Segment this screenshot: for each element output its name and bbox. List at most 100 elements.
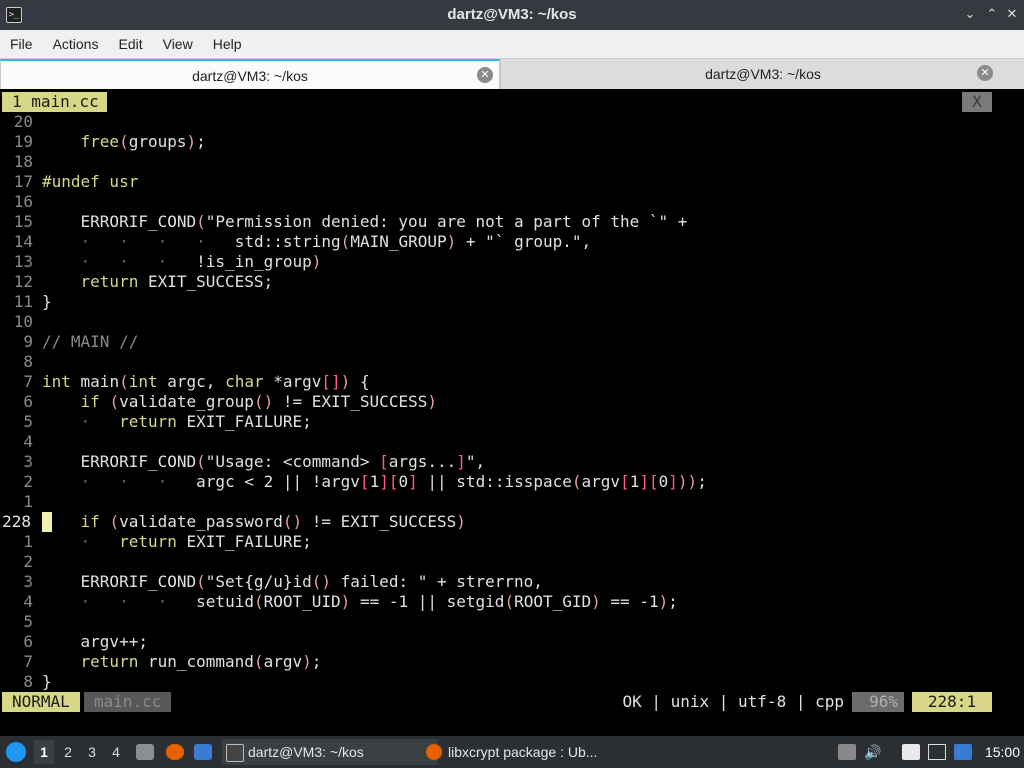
code-line[interactable]: 228 if (validate_password() != EXIT_SUCC…	[0, 512, 1024, 532]
line-number: 3	[23, 452, 33, 471]
line-text: if (validate_password() != EXIT_SUCCESS)	[80, 512, 466, 531]
menu-actions[interactable]: Actions	[43, 30, 109, 58]
menu-edit[interactable]: Edit	[108, 30, 152, 58]
line-number: 4	[23, 432, 33, 451]
code-line[interactable]: 8}	[0, 672, 1024, 692]
line-number: 18	[13, 152, 33, 171]
code-line[interactable]: 3 ERRORIF_COND("Usage: <command> [args..…	[0, 452, 1024, 472]
firefox-icon[interactable]	[166, 744, 184, 760]
workspace-2[interactable]: 2	[58, 740, 78, 764]
line-number: 2	[23, 472, 33, 491]
vim-tab[interactable]: 1 main.cc	[2, 92, 107, 112]
line-text: · return EXIT_FAILURE;	[80, 532, 312, 551]
line-text: · · · !is_in_group)	[80, 252, 322, 271]
code-line[interactable]: 7 return run_command(argv);	[0, 652, 1024, 672]
code-line[interactable]: 12 return EXIT_SUCCESS;	[0, 272, 1024, 292]
vim-filename: main.cc	[84, 692, 172, 712]
line-number: 8	[23, 672, 33, 691]
tab-terminal-2[interactable]: dartz@VM3: ~/kos ✕	[500, 59, 1024, 89]
line-text: return run_command(argv);	[80, 652, 322, 671]
code-line[interactable]: 4 · · · setuid(ROOT_UID) == -1 || setgid…	[0, 592, 1024, 612]
code-line[interactable]: 2 · · · argc < 2 || !argv[1][0] || std::…	[0, 472, 1024, 492]
code-line[interactable]: 5	[0, 612, 1024, 632]
code-line[interactable]: 16	[0, 192, 1024, 212]
vim-tab-close[interactable]: X	[962, 92, 992, 112]
clock[interactable]: 15:00	[985, 736, 1020, 768]
line-text: if (validate_group() != EXIT_SUCCESS)	[80, 392, 437, 411]
code-line[interactable]: 7 int main(int argc, char *argv[]) {	[0, 372, 1024, 392]
notes-icon[interactable]	[902, 744, 920, 760]
code-line[interactable]: 1	[0, 492, 1024, 512]
code-line[interactable]: 15 ERRORIF_COND("Permission denied: you …	[0, 212, 1024, 232]
show-desktop-icon[interactable]	[194, 744, 212, 760]
line-text: argv++;	[42, 632, 148, 651]
code-line[interactable]: 20	[0, 112, 1024, 132]
line-text: · · · setuid(ROOT_UID) == -1 || setgid(R…	[80, 592, 678, 611]
menu-file[interactable]: File	[0, 30, 43, 58]
code-line[interactable]: 19 free(groups);	[0, 132, 1024, 152]
line-text: #undef usr	[42, 172, 139, 191]
code-line[interactable]: 13 · · · !is_in_group)	[0, 252, 1024, 272]
title-bar: >_ dartz@VM3: ~/kos ⌄ ⌃ ✕	[0, 0, 1024, 30]
vim-percent: 96%	[852, 692, 904, 712]
taskbar: 1234 dartz@VM3: ~/kos libxcrypt package :…	[0, 736, 1024, 768]
network-icon[interactable]	[928, 744, 946, 760]
code-line[interactable]: 8	[0, 352, 1024, 372]
code-line[interactable]: 3 ERRORIF_COND("Set{g/u}id() failed: " +…	[0, 572, 1024, 592]
code-line[interactable]: 6 if (validate_group() != EXIT_SUCCESS)	[0, 392, 1024, 412]
code-line[interactable]: 6 argv++;	[0, 632, 1024, 652]
line-number: 1	[23, 492, 33, 511]
terminal-view[interactable]: 1 main.cc X 20 19 free(groups); 18 17 #undef…	[0, 90, 1024, 732]
line-number: 14	[13, 232, 33, 251]
menu-view[interactable]: View	[153, 30, 203, 58]
code-buffer[interactable]: 20 19 free(groups); 18 17 #undef usr 16 15 ERR…	[0, 112, 1024, 692]
workspace-3[interactable]: 3	[82, 740, 102, 764]
minimize-icon[interactable]: ⌄	[962, 6, 978, 22]
close-icon[interactable]: ✕	[1004, 6, 1020, 22]
window-title: dartz@VM3: ~/kos	[447, 6, 577, 23]
code-line[interactable]: 17 #undef usr	[0, 172, 1024, 192]
tab-bar: dartz@VM3: ~/kos ✕ dartz@VM3: ~/kos ✕	[0, 59, 1024, 89]
taskbar-task[interactable]: libxcrypt package : Ub...	[422, 739, 648, 765]
code-line[interactable]: 1 · return EXIT_FAILURE;	[0, 532, 1024, 552]
volume-icon[interactable]: 🔊	[864, 744, 882, 760]
line-text: }	[42, 672, 52, 691]
vim-statusline: NORMAL main.cc OK | unix | utf-8 | cpp 9…	[0, 692, 1024, 712]
code-line[interactable]: 18	[0, 152, 1024, 172]
line-number: 17	[13, 172, 33, 191]
file-manager-icon[interactable]	[136, 744, 154, 760]
code-line[interactable]: 5 · return EXIT_FAILURE;	[0, 412, 1024, 432]
code-line[interactable]: 11}	[0, 292, 1024, 312]
tab-close-icon[interactable]: ✕	[977, 65, 993, 81]
clipboard-icon[interactable]	[838, 744, 856, 760]
line-text: int main(int argc, char *argv[]) {	[42, 372, 370, 391]
code-line[interactable]: 2	[0, 552, 1024, 572]
taskbar-task-label: dartz@VM3: ~/kos	[248, 744, 364, 760]
code-line[interactable]: 10	[0, 312, 1024, 332]
line-number: 13	[13, 252, 33, 271]
code-line[interactable]: 9 // MAIN //	[0, 332, 1024, 352]
maximize-icon[interactable]: ⌃	[984, 6, 1000, 22]
start-menu-icon[interactable]	[6, 742, 26, 762]
tab-label: dartz@VM3: ~/kos	[705, 66, 821, 82]
line-number: 6	[23, 632, 33, 651]
taskbar-task[interactable]: dartz@VM3: ~/kos	[222, 739, 438, 765]
terminal-icon	[226, 744, 244, 762]
updates-icon[interactable]	[954, 744, 972, 760]
vim-mode: NORMAL	[2, 692, 80, 712]
line-number: 6	[23, 392, 33, 411]
line-number: 16	[13, 192, 33, 211]
workspace-1[interactable]: 1	[34, 740, 54, 764]
line-number: 9	[23, 332, 33, 351]
code-line[interactable]: 4	[0, 432, 1024, 452]
line-number: 2	[23, 552, 33, 571]
workspace-4[interactable]: 4	[106, 740, 126, 764]
tab-close-icon[interactable]: ✕	[477, 67, 493, 83]
menu-help[interactable]: Help	[203, 30, 252, 58]
line-text: · · · · std::string(MAIN_GROUP) + "` gro…	[80, 232, 592, 251]
line-text: }	[42, 292, 52, 311]
line-number: 20	[13, 112, 33, 131]
vim-cursor-position: 228:1	[912, 692, 992, 712]
code-line[interactable]: 14 · · · · std::string(MAIN_GROUP) + "` …	[0, 232, 1024, 252]
tab-terminal-1[interactable]: dartz@VM3: ~/kos ✕	[0, 59, 500, 89]
